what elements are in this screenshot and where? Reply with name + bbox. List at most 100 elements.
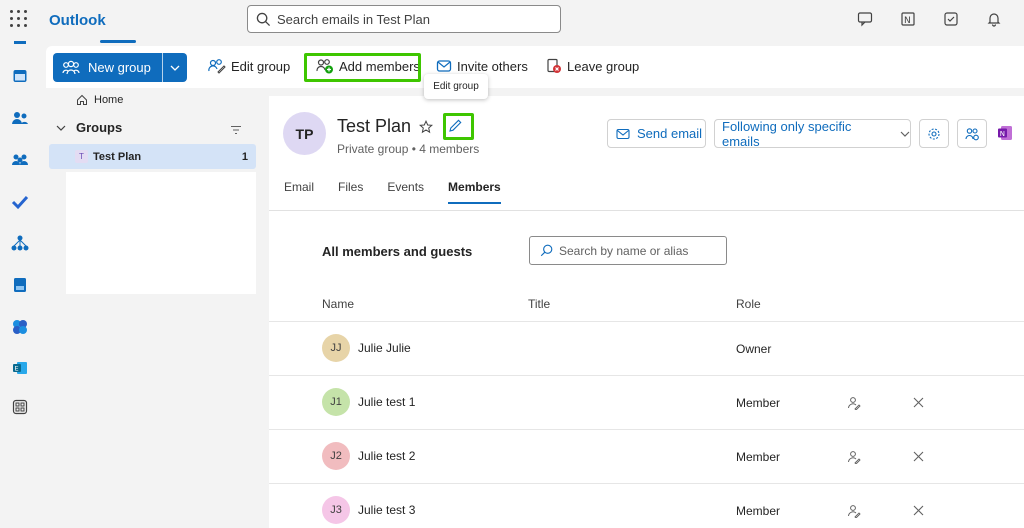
member-role[interactable]: Member <box>736 450 780 464</box>
send-email-button[interactable]: Send email <box>607 119 706 148</box>
table-row[interactable]: J2 Julie test 2 Member <box>269 430 1024 484</box>
edit-pencil-highlight <box>443 113 474 140</box>
filter-icon[interactable] <box>230 123 242 138</box>
search-input[interactable]: Search emails in Test Plan <box>277 12 430 27</box>
remove-member-icon[interactable] <box>913 396 924 411</box>
leave-group-label: Leave group <box>567 58 640 74</box>
nav-groups-label: Groups <box>76 120 123 135</box>
change-role-icon[interactable] <box>847 450 861 467</box>
member-role[interactable]: Member <box>736 504 780 518</box>
member-name[interactable]: Julie test 2 <box>358 449 415 463</box>
viva-icon[interactable] <box>10 317 30 337</box>
svg-text:N: N <box>1000 130 1005 138</box>
invite-others-button[interactable]: Invite others <box>436 58 528 74</box>
member-role[interactable]: Member <box>736 396 780 410</box>
app-launcher-icon[interactable] <box>10 10 28 28</box>
edit-group-button[interactable]: Edit group <box>208 58 290 74</box>
more-apps-icon[interactable] <box>10 397 30 417</box>
navigation-pane: Home Groups T Test Plan 1 <box>46 88 264 528</box>
tab-files[interactable]: Files <box>338 180 363 204</box>
split-divider <box>162 53 164 82</box>
column-header-role[interactable]: Role <box>736 297 761 311</box>
nav-home-label: Home <box>94 94 124 106</box>
add-members-highlight <box>304 53 421 82</box>
invite-icon <box>436 60 452 72</box>
chevron-down-icon <box>170 65 180 71</box>
groups-icon[interactable] <box>10 150 30 170</box>
people-settings-icon <box>964 127 979 140</box>
new-group-icon <box>62 60 80 74</box>
edit-group-icon <box>208 59 226 74</box>
leave-group-icon <box>547 58 561 73</box>
gear-icon <box>928 127 940 140</box>
change-role-icon[interactable] <box>847 396 861 413</box>
nav-item-label: Test Plan <box>93 150 142 163</box>
member-name[interactable]: Julie Julie <box>358 341 411 355</box>
app-brand[interactable]: Outlook <box>49 12 106 29</box>
search-box[interactable]: Search emails in Test Plan <box>247 5 561 33</box>
group-title: Test Plan <box>337 116 412 136</box>
calendar-icon[interactable] <box>10 66 30 86</box>
home-icon <box>77 94 87 105</box>
member-name[interactable]: Julie test 1 <box>358 395 415 409</box>
onenote-icon[interactable]: N <box>898 9 918 29</box>
edit-group-tooltip: Edit group <box>424 74 488 99</box>
nav-home[interactable]: Home <box>76 94 123 106</box>
change-role-icon[interactable] <box>847 504 861 521</box>
command-toolbar: New group Edit group Add members Invite … <box>46 46 1024 88</box>
group-badge: T <box>75 150 88 163</box>
member-search-box[interactable]: Search by name or alias <box>529 236 727 265</box>
todo-icon[interactable] <box>941 9 961 29</box>
member-search-input[interactable]: Search by name or alias <box>559 244 688 258</box>
nav-item-test-plan[interactable]: T Test Plan 1 <box>49 144 256 169</box>
avatar: J2 <box>322 442 350 470</box>
new-group-button[interactable]: New group <box>53 53 187 82</box>
table-row[interactable]: J1 Julie test 1 Member <box>269 376 1024 430</box>
chat-icon[interactable] <box>855 9 875 29</box>
nav-empty-area <box>66 172 256 294</box>
members-title: All members and guests <box>322 244 473 259</box>
onenote-app-icon[interactable]: N <box>997 125 1013 144</box>
exchange-icon[interactable]: E <box>10 358 30 378</box>
column-header-name[interactable]: Name <box>322 297 354 311</box>
tab-events[interactable]: Events <box>387 180 424 204</box>
manage-members-button[interactable] <box>957 119 987 148</box>
brand-underline <box>100 40 136 43</box>
tab-email[interactable]: Email <box>284 180 314 204</box>
column-header-title[interactable]: Title <box>528 297 550 311</box>
member-role[interactable]: Owner <box>736 342 771 356</box>
table-row[interactable]: J3 Julie test 3 Member <box>269 484 1024 528</box>
svg-text:E: E <box>15 365 19 373</box>
bell-icon[interactable] <box>984 9 1004 29</box>
svg-text:N: N <box>904 16 911 26</box>
chevron-down-icon <box>900 131 910 137</box>
remove-member-icon[interactable] <box>913 450 924 465</box>
edit-group-label: Edit group <box>231 58 291 74</box>
avatar: JJ <box>322 334 350 362</box>
group-tabs: Email Files Events Members <box>284 180 525 204</box>
main-content: TP Test Plan Private group • 4 members E… <box>269 96 1024 528</box>
search-icon <box>540 244 553 257</box>
remove-member-icon[interactable] <box>913 504 924 519</box>
new-group-dropdown[interactable] <box>163 53 187 82</box>
settings-button[interactable] <box>919 119 949 148</box>
org-chart-icon[interactable] <box>10 233 30 253</box>
member-name[interactable]: Julie test 3 <box>358 503 415 517</box>
avatar: J1 <box>322 388 350 416</box>
top-bar: Outlook Search emails in Test Plan N <box>0 0 1024 43</box>
group-avatar: TP <box>283 112 326 155</box>
leave-group-button[interactable]: Leave group <box>546 58 639 74</box>
nav-groups-header[interactable]: Groups <box>56 120 256 135</box>
tab-members[interactable]: Members <box>448 180 501 204</box>
star-icon[interactable] <box>418 119 434 137</box>
search-icon <box>256 12 271 26</box>
bookings-icon[interactable] <box>10 275 30 295</box>
unread-count: 1 <box>241 150 248 163</box>
avatar: J3 <box>322 496 350 524</box>
todo-app-icon[interactable] <box>10 192 30 212</box>
table-row[interactable]: JJ Julie Julie Owner <box>269 322 1024 376</box>
people-icon[interactable] <box>10 108 30 128</box>
mail-icon[interactable] <box>10 40 30 46</box>
following-dropdown[interactable]: Following only specific emails <box>714 119 911 149</box>
new-group-label: New group <box>88 60 151 75</box>
